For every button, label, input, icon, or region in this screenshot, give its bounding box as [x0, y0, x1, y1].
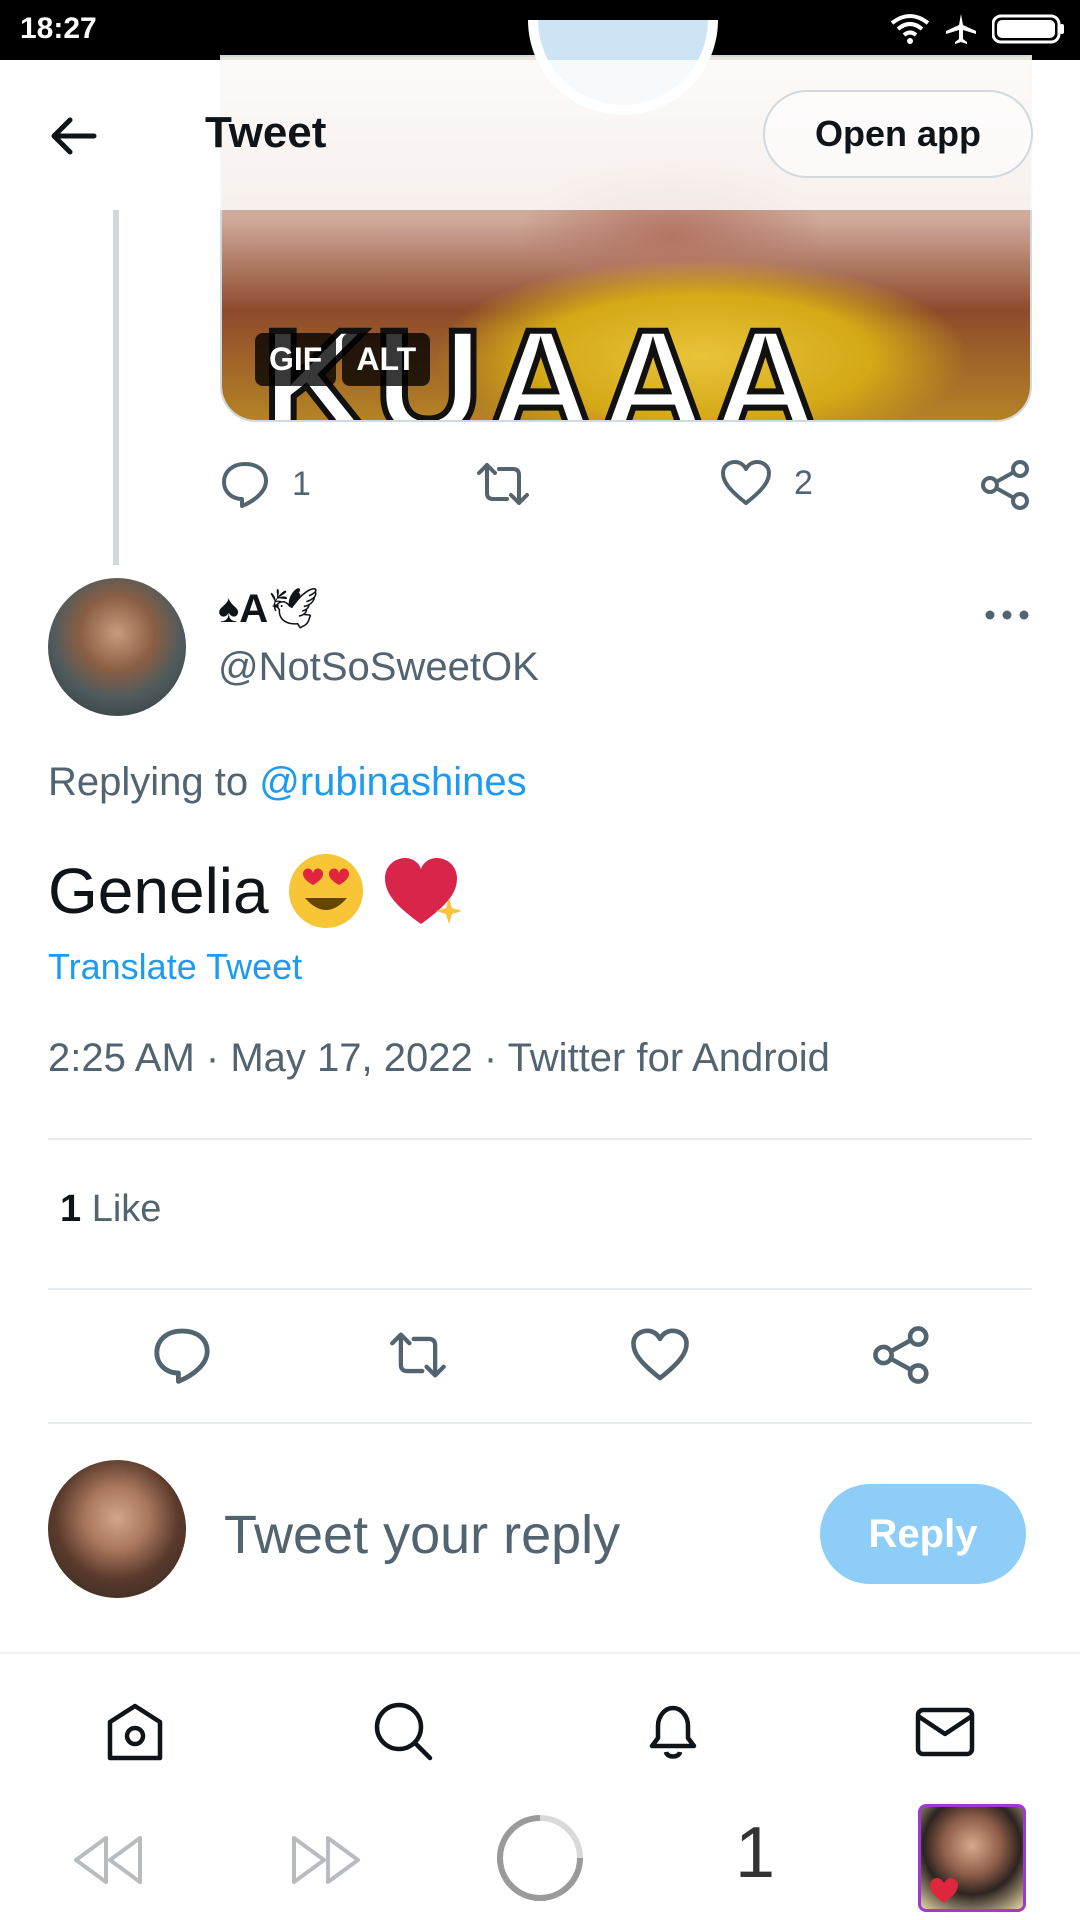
parent-like-count: 2	[794, 463, 813, 502]
notifications-bell-icon[interactable]	[640, 1698, 706, 1764]
parent-reply-action[interactable]: 1	[220, 459, 311, 509]
author-name-text: A	[239, 587, 269, 631]
fast-forward-icon[interactable]	[288, 1834, 364, 1886]
home-icon[interactable]	[102, 1698, 168, 1764]
sparkling-heart-emoji-icon	[384, 858, 462, 924]
author-name[interactable]: ♠A🕊	[218, 585, 319, 632]
heart-sticker-icon	[930, 1878, 958, 1903]
rewind-icon[interactable]	[70, 1834, 146, 1886]
heart-icon	[721, 460, 771, 505]
parent-reply-count: 1	[292, 464, 311, 503]
parent-like-action[interactable]: 2	[720, 459, 813, 507]
meta-separator: ·	[205, 1036, 231, 1080]
battery-icon	[992, 14, 1064, 44]
top-header: Tweet Open app	[0, 60, 1080, 210]
reply-icon[interactable]	[152, 1325, 212, 1385]
replying-prefix: Replying to	[48, 760, 249, 804]
likes-count: 1	[60, 1188, 82, 1230]
divider	[48, 1288, 1032, 1290]
tweet-text-content: Genelia	[48, 855, 269, 927]
gif-badge: GIF	[255, 333, 337, 386]
search-icon[interactable]	[370, 1698, 436, 1764]
bottom-nav	[0, 1652, 1080, 1802]
wifi-icon	[890, 14, 930, 44]
likes-summary[interactable]: 1 Like	[60, 1188, 161, 1231]
parent-retweet-action[interactable]	[475, 459, 531, 509]
reply-input[interactable]	[222, 1500, 642, 1570]
back-arrow-icon[interactable]	[48, 110, 100, 162]
alt-badge[interactable]: ALT	[342, 333, 431, 386]
open-app-button[interactable]: Open app	[763, 90, 1033, 178]
divider	[48, 1138, 1032, 1140]
translate-tweet-link[interactable]: Translate Tweet	[48, 946, 302, 988]
share-icon	[981, 460, 1029, 510]
tweet-meta: 2:25 AM · May 17, 2022 · Twitter for And…	[48, 1036, 830, 1081]
share-icon[interactable]	[872, 1325, 932, 1385]
tweet-actions	[0, 1325, 1080, 1385]
tab-count[interactable]: 1	[735, 1812, 775, 1894]
retweet-icon[interactable]	[388, 1325, 448, 1385]
reply-icon	[222, 462, 268, 508]
user-avatar[interactable]	[48, 1460, 186, 1598]
spade-icon: ♠	[218, 587, 240, 631]
replying-mention-link[interactable]: @rubinashines	[259, 760, 526, 804]
more-options-icon[interactable]	[982, 600, 1032, 630]
reply-button[interactable]: Reply	[820, 1484, 1026, 1584]
meta-separator: ·	[483, 1036, 508, 1080]
likes-label: Like	[91, 1188, 162, 1230]
page-title: Tweet	[205, 108, 327, 157]
divider	[48, 1422, 1032, 1424]
airplane-icon	[946, 14, 976, 44]
profile-thumbnail[interactable]	[918, 1804, 1026, 1912]
status-icons	[890, 12, 1066, 46]
author-avatar[interactable]	[48, 578, 186, 716]
replying-to: Replying to @rubinashines	[48, 760, 527, 805]
author-handle[interactable]: @NotSoSweetOK	[218, 645, 539, 690]
loading-spinner-icon[interactable]	[494, 1812, 586, 1904]
tweet-date[interactable]: May 17, 2022	[230, 1036, 472, 1080]
messages-mail-icon[interactable]	[912, 1698, 978, 1764]
status-time: 18:27	[20, 12, 97, 45]
heart-eyes-emoji-icon	[288, 854, 363, 928]
tweet-source: Twitter for Android	[507, 1036, 830, 1080]
dove-icon: 🕊	[268, 587, 319, 631]
parent-tweet-actions: 1 2	[220, 455, 1040, 515]
gif-badges: GIF ALT	[255, 333, 431, 386]
heart-icon[interactable]	[630, 1325, 690, 1385]
tweet-time[interactable]: 2:25 AM	[48, 1036, 195, 1080]
thread-line	[113, 210, 119, 565]
tweet-text: Genelia	[48, 852, 465, 930]
parent-share-action[interactable]	[980, 459, 1032, 511]
retweet-icon	[477, 463, 529, 505]
